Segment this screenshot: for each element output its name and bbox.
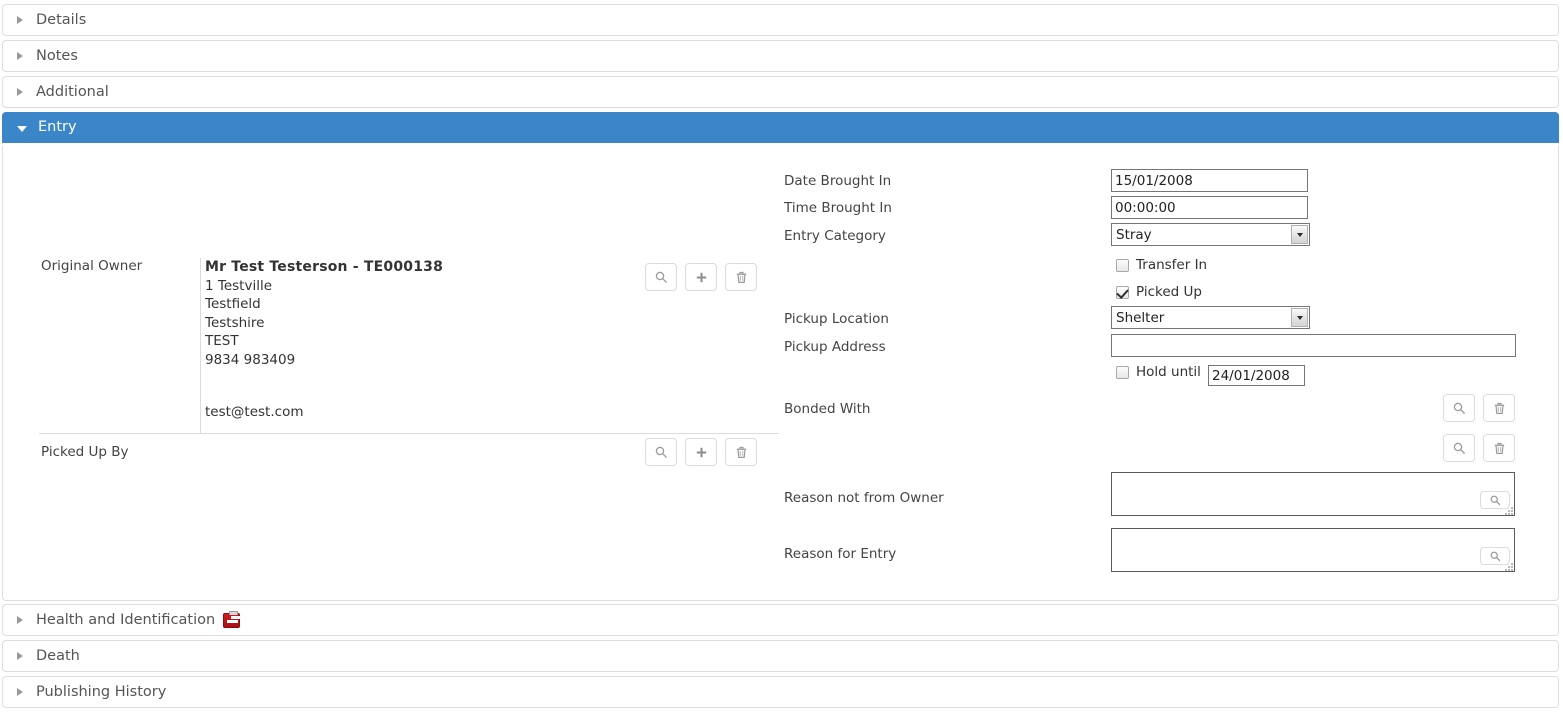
bonded-with-label: Bonded With — [784, 401, 870, 417]
pickup-location-value: Shelter — [1116, 310, 1164, 326]
picked-up-row[interactable]: Picked Up — [1116, 284, 1202, 300]
accordion-bottom: Health and Identification Death Publishi… — [2, 604, 1559, 712]
entry-category-label: Entry Category — [784, 228, 886, 244]
accordion-header-publishing-history[interactable]: Publishing History — [2, 676, 1559, 708]
accordion-label-notes: Notes — [36, 49, 78, 64]
date-brought-in-label: Date Brought In — [784, 173, 891, 189]
date-brought-in-input[interactable] — [1111, 169, 1308, 192]
trash-icon — [1493, 442, 1506, 455]
picked-up-checkbox[interactable] — [1116, 286, 1129, 299]
reason-not-from-owner-search-button[interactable] — [1480, 491, 1510, 509]
chevron-down-icon — [17, 126, 27, 132]
hold-until-checkbox[interactable] — [1116, 366, 1129, 379]
entry-category-value: Stray — [1116, 227, 1152, 243]
pickup-address-label: Pickup Address — [784, 339, 886, 355]
bonded-with-actions-row-1 — [1443, 394, 1515, 422]
accordion-header-death[interactable]: Death — [2, 640, 1559, 672]
reason-not-from-owner-label: Reason not from Owner — [784, 490, 944, 506]
accordion-top: Details Notes Additional Entry — [2, 4, 1559, 143]
entry-panel-body: Original Owner Mr Test Testerson - TE000… — [2, 146, 1559, 601]
chevron-down-icon — [1291, 308, 1308, 327]
chevron-right-icon — [17, 652, 23, 660]
accordion-header-health-and-identification[interactable]: Health and Identification — [2, 604, 1559, 636]
pickup-address-input[interactable] — [1111, 334, 1516, 357]
bonded-with-delete-button-1[interactable] — [1483, 394, 1515, 422]
accordion-label-additional: Additional — [36, 85, 109, 100]
time-brought-in-label: Time Brought In — [784, 200, 892, 216]
accordion-label-death: Death — [36, 649, 80, 664]
reason-not-from-owner-field — [1111, 472, 1515, 516]
search-icon — [1453, 442, 1466, 455]
chevron-right-icon — [17, 616, 23, 624]
accordion-label-publishing-history: Publishing History — [36, 685, 166, 700]
hold-until-date-input[interactable] — [1208, 365, 1305, 386]
reason-for-entry-textarea[interactable] — [1111, 528, 1515, 572]
accordion-header-entry[interactable]: Entry — [2, 112, 1559, 143]
chevron-right-icon — [17, 16, 23, 24]
first-aid-kit-icon — [223, 613, 240, 628]
transfer-in-checkbox[interactable] — [1116, 259, 1129, 272]
accordion-header-details[interactable]: Details — [2, 4, 1559, 36]
record-form-page: Details Notes Additional Entry Original … — [0, 0, 1563, 715]
reason-for-entry-field — [1111, 528, 1515, 572]
entry-fields: Date Brought In Time Brought In Entry Ca… — [3, 146, 1558, 600]
accordion-header-additional[interactable]: Additional — [2, 76, 1559, 108]
bonded-with-actions-row-2 — [1443, 434, 1515, 462]
accordion-label-entry: Entry — [38, 120, 77, 135]
hold-until-row: Hold until — [1116, 364, 1201, 380]
chevron-right-icon — [17, 88, 23, 96]
reason-not-from-owner-textarea[interactable] — [1111, 472, 1515, 516]
bonded-with-search-button-1[interactable] — [1443, 394, 1475, 422]
bonded-with-search-button-2[interactable] — [1443, 434, 1475, 462]
bonded-with-delete-button-2[interactable] — [1483, 434, 1515, 462]
accordion-label-details: Details — [36, 13, 86, 28]
time-brought-in-input[interactable] — [1111, 196, 1308, 219]
trash-icon — [1493, 402, 1506, 415]
search-icon — [1490, 495, 1501, 506]
hold-until-label: Hold until — [1136, 364, 1201, 380]
reason-for-entry-label: Reason for Entry — [784, 546, 896, 562]
pickup-location-label: Pickup Location — [784, 311, 889, 327]
chevron-down-icon — [1291, 225, 1308, 244]
accordion-label-health-and-identification: Health and Identification — [36, 613, 215, 628]
chevron-right-icon — [17, 688, 23, 696]
transfer-in-label: Transfer In — [1136, 257, 1207, 273]
picked-up-label: Picked Up — [1136, 284, 1202, 300]
entry-category-select[interactable]: Stray — [1111, 223, 1310, 246]
chevron-right-icon — [17, 52, 23, 60]
accordion-header-notes[interactable]: Notes — [2, 40, 1559, 72]
transfer-in-row[interactable]: Transfer In — [1116, 257, 1207, 273]
reason-for-entry-search-button[interactable] — [1480, 547, 1510, 565]
search-icon — [1453, 402, 1466, 415]
search-icon — [1490, 551, 1501, 562]
pickup-location-select[interactable]: Shelter — [1111, 306, 1310, 329]
